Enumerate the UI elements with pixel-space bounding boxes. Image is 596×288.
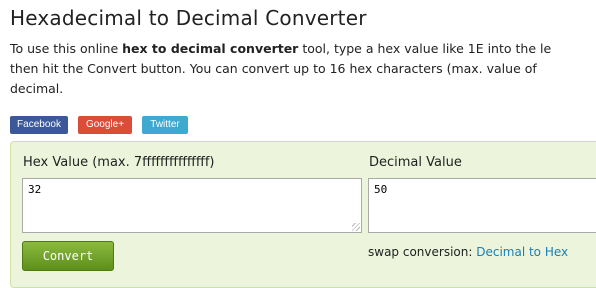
- swap-conversion-label: swap conversion:: [368, 245, 477, 259]
- decimal-value-output[interactable]: 50: [368, 178, 596, 233]
- description-line3: decimal.: [10, 81, 64, 96]
- convert-button[interactable]: Convert: [22, 241, 114, 271]
- googleplus-share-button[interactable]: Google+: [78, 116, 132, 134]
- hex-value-label: Hex Value (max. 7fffffffffffffff): [23, 155, 215, 170]
- twitter-share-button[interactable]: Twitter: [142, 116, 188, 134]
- description-line2: then hit the Convert button. You can con…: [10, 61, 537, 76]
- description-text: To use this online hex to decimal conver…: [10, 39, 596, 99]
- swap-conversion: swap conversion: Decimal to Hex: [368, 245, 568, 259]
- decimal-value-label: Decimal Value: [369, 155, 462, 170]
- description-line1-bold: hex to decimal converter: [122, 41, 299, 56]
- decimal-to-hex-link[interactable]: Decimal to Hex: [476, 245, 568, 259]
- facebook-share-button[interactable]: Facebook: [10, 116, 68, 134]
- hex-value-input[interactable]: 32: [22, 178, 362, 233]
- page-title: Hexadecimal to Decimal Converter: [10, 6, 367, 30]
- description-line1-post: tool, type a hex value like 1E into the …: [298, 41, 552, 56]
- resize-grip-icon[interactable]: [352, 223, 360, 231]
- description-line1-pre: To use this online: [10, 41, 123, 56]
